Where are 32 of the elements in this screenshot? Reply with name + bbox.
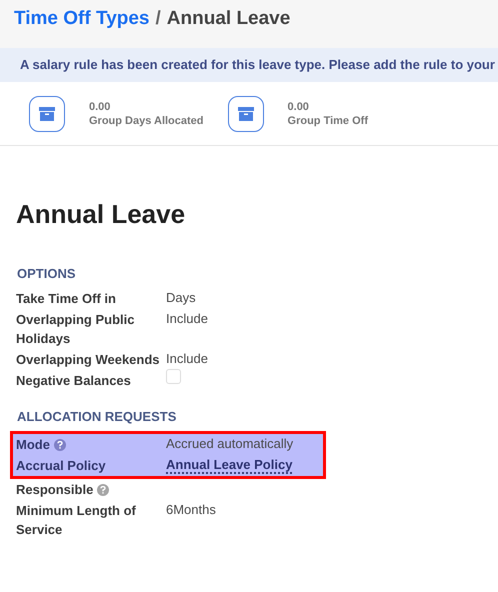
stat-label: Group Time Off <box>288 114 368 128</box>
field-label: Accrual Policy <box>16 458 106 473</box>
record-title: Annual Leave <box>16 198 186 230</box>
field-value: Include <box>166 311 208 326</box>
breadcrumb-separator: / <box>156 7 161 31</box>
archive-box-icon <box>238 106 254 120</box>
breadcrumb-link[interactable]: Time Off Types <box>14 5 150 34</box>
help-icon[interactable] <box>97 484 110 496</box>
field-value: Accrued automatically <box>166 436 294 451</box>
field-value: Include <box>166 351 208 366</box>
field-label: Negative Balances <box>16 373 131 388</box>
breadcrumb-current: Annual Leave <box>166 7 290 31</box>
info-banner: A salary rule has been created for this leave type. Please add the rule to your <box>0 48 498 82</box>
section-heading: OPTIONS <box>16 266 77 282</box>
field-value: 6Months <box>166 502 216 517</box>
field-label: Overlapping Public Holidays <box>16 312 134 346</box>
stat-label: Group Days Allocated <box>89 114 204 128</box>
field-label: Overlapping Weekends <box>16 352 160 367</box>
field-value: Days <box>166 290 196 305</box>
stat-button[interactable]: 0.00 Group Days Allocated <box>29 96 204 132</box>
archive-box-icon <box>39 106 55 120</box>
stat-value: 0.00 <box>89 100 112 114</box>
help-icon[interactable] <box>54 439 66 451</box>
section-heading: ALLOCATION REQUESTS <box>16 409 178 425</box>
stat-button[interactable]: 0.00 Group Time Off <box>228 96 368 132</box>
field-label: Mode <box>16 437 50 452</box>
checkbox[interactable] <box>166 369 181 384</box>
field-label: Responsible <box>16 482 94 497</box>
field-label: Minimum Length of Service <box>16 503 136 537</box>
stat-value: 0.00 <box>288 100 310 114</box>
field-label: Take Time Off in <box>16 291 116 306</box>
policy-link[interactable]: Annual Leave Policy <box>166 457 292 474</box>
